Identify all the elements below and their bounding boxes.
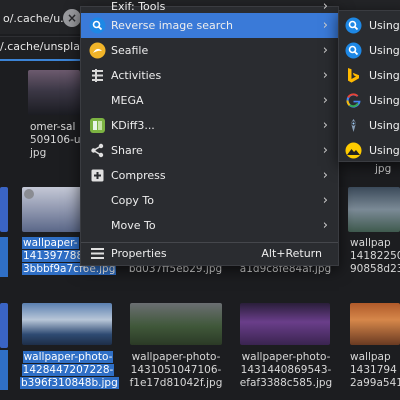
submenu-item-bing[interactable]: Using — [339, 63, 400, 88]
chevron-right-icon: › — [322, 93, 328, 108]
thumbnail[interactable] — [28, 70, 80, 115]
thumbnail[interactable] — [348, 187, 400, 232]
file-name-selected[interactable]: wallpaper-photo- 1428447207228- b396f310… — [20, 351, 119, 390]
thumbnail[interactable] — [0, 303, 8, 348]
file-name[interactable]: wallpap 14182250 90858d23 — [350, 237, 400, 276]
chevron-right-icon: › — [322, 118, 328, 133]
submenu-item-tineye[interactable]: Using — [339, 113, 400, 138]
file-name[interactable]: wallpaper-photo- 1431051047106- f1e17d81… — [128, 351, 224, 390]
chevron-right-icon: › — [322, 193, 328, 208]
file-name[interactable]: omer-sal 509106-uns jpg — [30, 121, 93, 160]
menu-item-properties[interactable]: Properties Alt+Return — [81, 241, 338, 266]
chevron-right-icon: › — [322, 68, 328, 83]
selection-marker — [0, 350, 8, 390]
breadcrumb[interactable]: o/.cache/u... — [0, 8, 73, 30]
share-icon — [89, 142, 106, 159]
deselect-icon[interactable] — [24, 189, 34, 199]
search-icon — [345, 17, 362, 34]
search-icon — [345, 42, 362, 59]
menu-item-share[interactable]: Share › — [81, 138, 338, 163]
image-search-icon — [89, 17, 106, 34]
clear-icon[interactable]: × — [63, 9, 81, 27]
submenu-item-google[interactable]: Using — [339, 88, 400, 113]
submenu-item-search-1[interactable]: Using — [339, 13, 400, 38]
activities-icon — [89, 67, 106, 84]
file-name[interactable]: jpg — [375, 163, 391, 176]
seafile-icon — [89, 42, 106, 59]
thumbnail[interactable] — [0, 187, 8, 232]
thumbnail[interactable] — [240, 303, 330, 345]
shortcut-label: Alt+Return — [261, 247, 322, 260]
bing-icon — [345, 67, 362, 84]
chevron-right-icon: › — [322, 143, 328, 158]
reverse-image-search-submenu: Using Using Using Using Using Using — [338, 10, 400, 162]
menu-item-seafile[interactable]: Seafile › — [81, 38, 338, 63]
menu-item-activities[interactable]: Activities › — [81, 63, 338, 88]
properties-icon — [89, 245, 106, 262]
submenu-item-yandex[interactable]: Using — [339, 138, 400, 163]
menu-item-copy-to[interactable]: Copy To › — [81, 188, 338, 213]
menu-item-compress[interactable]: Compress › — [81, 163, 338, 188]
submenu-item-search-2[interactable]: Using — [339, 38, 400, 63]
kdiff3-icon — [89, 117, 106, 134]
yandex-icon — [345, 142, 362, 159]
menu-item-kdiff3[interactable]: KDiff3... › — [81, 113, 338, 138]
chevron-right-icon: › — [322, 168, 328, 183]
thumbnail-selected[interactable] — [22, 303, 112, 345]
tineye-icon — [345, 117, 362, 134]
menu-item-reverse-image-search[interactable]: Reverse image search › — [81, 13, 338, 38]
chevron-right-icon: › — [322, 43, 328, 58]
menu-item-mega[interactable]: MEGA › — [81, 88, 338, 113]
compress-icon — [89, 167, 106, 184]
menu-item-move-to[interactable]: Move To › — [81, 213, 338, 238]
thumbnail[interactable] — [130, 303, 222, 345]
selection-marker — [0, 237, 8, 277]
google-icon — [345, 92, 362, 109]
file-name[interactable]: wallpap 1431794 2a99a541 — [350, 351, 400, 390]
chevron-right-icon: › — [322, 218, 328, 233]
chevron-right-icon: › — [322, 18, 328, 33]
thumbnail[interactable] — [350, 303, 400, 345]
context-menu: Exif: Tools › Reverse image search › Sea… — [80, 0, 339, 266]
file-name[interactable]: wallpaper-photo- 1431440869543- efaf3388… — [238, 351, 334, 390]
path-text[interactable]: /.cache/unsplash — [0, 38, 90, 56]
